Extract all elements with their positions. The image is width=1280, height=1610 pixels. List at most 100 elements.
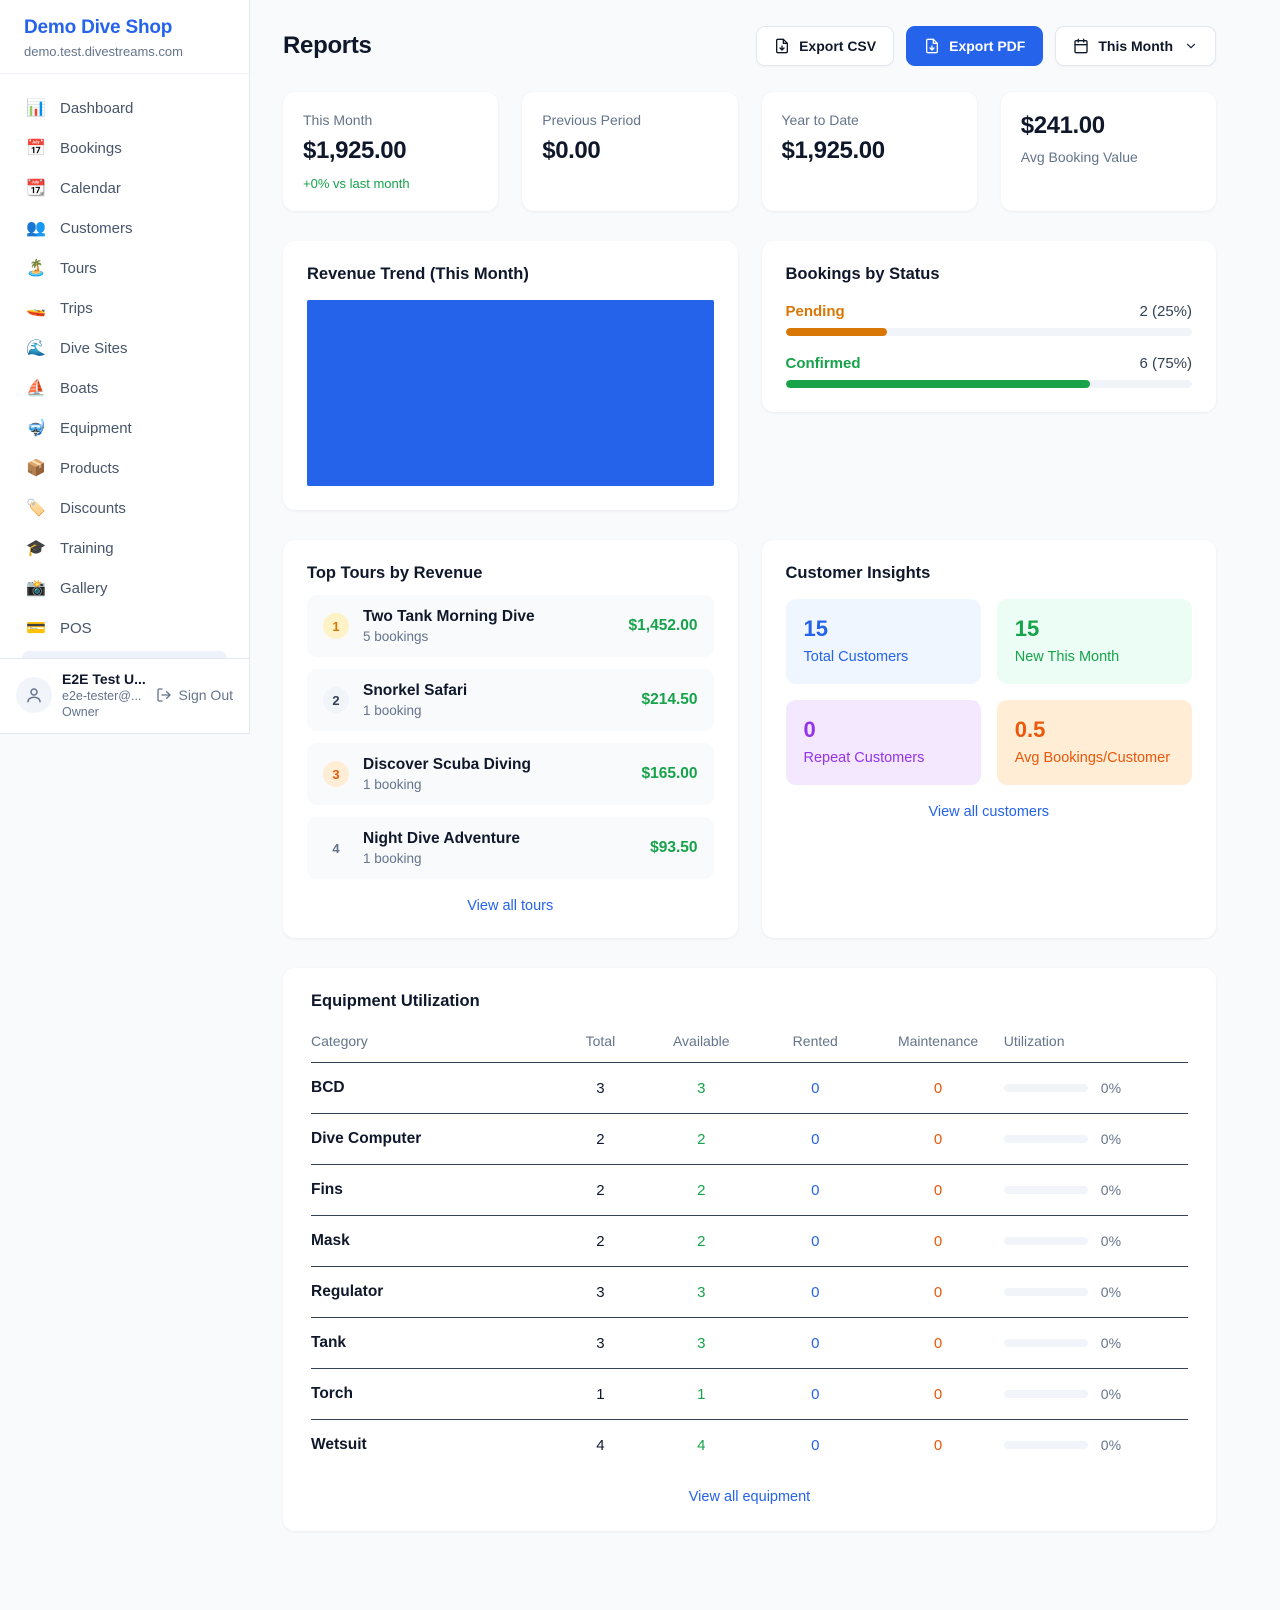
sidebar-item-dashboard[interactable]: 📊 Dashboard <box>12 88 237 128</box>
credit-card-icon: 💳 <box>26 618 46 638</box>
sidebar-item-calendar[interactable]: 📆 Calendar <box>12 168 237 208</box>
cell-maintenance: 0 <box>872 1114 1004 1165</box>
utilization-percent: 0% <box>1101 1131 1121 1147</box>
tour-name: Two Tank Morning Dive <box>363 608 535 626</box>
tour-name: Snorkel Safari <box>363 682 467 700</box>
view-all-tours-link[interactable]: View all tours <box>307 898 714 914</box>
sidebar-item-training[interactable]: 🎓 Training <box>12 528 237 568</box>
insight-value: 15 <box>804 616 963 642</box>
tour-row: 1 Two Tank Morning Dive 5 bookings $1,45… <box>307 595 714 657</box>
cell-total: 3 <box>557 1063 645 1114</box>
sidebar-item-products[interactable]: 📦 Products <box>12 448 237 488</box>
table-row: BCD 3 3 0 0 0% <box>311 1063 1188 1114</box>
export-pdf-button[interactable]: Export PDF <box>906 26 1043 66</box>
insight-label: Total Customers <box>804 649 963 665</box>
stat-card-avg-booking-value: $241.00 Avg Booking Value <box>1001 92 1216 211</box>
status-label: Pending <box>786 303 845 320</box>
period-dropdown[interactable]: This Month <box>1055 26 1216 66</box>
view-all-equipment-link[interactable]: View all equipment <box>311 1489 1188 1505</box>
tour-amount: $165.00 <box>641 765 697 783</box>
page-header: Reports Export CSV Export PDF This Month <box>283 26 1216 66</box>
insight-label: New This Month <box>1015 649 1174 665</box>
cell-category: Wetsuit <box>311 1420 557 1471</box>
stat-label: Year to Date <box>782 112 957 128</box>
speedboat-icon: 🚤 <box>26 298 46 318</box>
bookings-by-status-card: Bookings by Status Pending 2 (25%) Confi… <box>762 241 1217 412</box>
equipment-table: Category Total Available Rented Maintena… <box>311 1023 1188 1470</box>
sidebar-item-equipment[interactable]: 🤿 Equipment <box>12 408 237 448</box>
tour-bookings: 1 booking <box>363 777 531 792</box>
tour-bookings: 1 booking <box>363 703 467 718</box>
equipment-utilization-card: Equipment Utilization Category Total Ava… <box>283 968 1216 1531</box>
tour-amount: $93.50 <box>650 839 697 857</box>
sidebar-item-label: Equipment <box>60 420 132 437</box>
sidebar-item-trips[interactable]: 🚤 Trips <box>12 288 237 328</box>
status-label: Confirmed <box>786 355 861 372</box>
cell-available: 3 <box>644 1267 758 1318</box>
stat-card-this-month: This Month $1,925.00 +0% vs last month <box>283 92 498 211</box>
cell-maintenance: 0 <box>872 1216 1004 1267</box>
insight-label: Repeat Customers <box>804 750 963 766</box>
top-tours-title: Top Tours by Revenue <box>307 564 714 583</box>
status-bar-track <box>786 380 1193 388</box>
table-row: Wetsuit 4 4 0 0 0% <box>311 1420 1188 1471</box>
col-rented: Rented <box>758 1023 872 1063</box>
tour-row: 3 Discover Scuba Diving 1 booking $165.0… <box>307 743 714 805</box>
file-download-icon <box>774 38 790 54</box>
col-available: Available <box>644 1023 758 1063</box>
cell-rented: 0 <box>758 1318 872 1369</box>
cell-rented: 0 <box>758 1216 872 1267</box>
sidebar-item-boats[interactable]: ⛵ Boats <box>12 368 237 408</box>
logout-icon <box>156 687 172 703</box>
top-tours-card: Top Tours by Revenue 1 Two Tank Morning … <box>283 540 738 938</box>
cell-rented: 0 <box>758 1165 872 1216</box>
sailboat-icon: ⛵ <box>26 378 46 398</box>
sidebar-item-tours[interactable]: 🏝️ Tours <box>12 248 237 288</box>
col-total: Total <box>557 1023 645 1063</box>
stat-label: Avg Booking Value <box>1021 149 1196 165</box>
view-all-customers-link[interactable]: View all customers <box>786 804 1193 820</box>
utilization-percent: 0% <box>1101 1284 1121 1300</box>
sign-out-button[interactable]: Sign Out <box>156 687 233 703</box>
camera-icon: 📸 <box>26 578 46 598</box>
sidebar-item-customers[interactable]: 👥 Customers <box>12 208 237 248</box>
cell-available: 2 <box>644 1165 758 1216</box>
cell-rented: 0 <box>758 1114 872 1165</box>
wave-icon: 🌊 <box>26 338 46 358</box>
cell-category: Tank <box>311 1318 557 1369</box>
insight-value: 15 <box>1015 616 1174 642</box>
utilization-bar <box>1004 1441 1088 1449</box>
cell-category: Regulator <box>311 1267 557 1318</box>
bookings-by-status-title: Bookings by Status <box>786 265 1193 284</box>
cell-available: 4 <box>644 1420 758 1471</box>
sidebar-item-label: Boats <box>60 380 98 397</box>
status-row-confirmed: Confirmed 6 (75%) <box>786 355 1193 388</box>
tour-row: 4 Night Dive Adventure 1 booking $93.50 <box>307 817 714 879</box>
user-meta: E2E Test U... e2e-tester@... Owner <box>62 671 146 719</box>
sidebar-item-bookings[interactable]: 📅 Bookings <box>12 128 237 168</box>
island-icon: 🏝️ <box>26 258 46 278</box>
table-row: Torch 1 1 0 0 0% <box>311 1369 1188 1420</box>
sidebar-item-dive-sites[interactable]: 🌊 Dive Sites <box>12 328 237 368</box>
col-maintenance: Maintenance <box>872 1023 1004 1063</box>
status-bar-fill <box>786 380 1091 388</box>
sidebar-item-discounts[interactable]: 🏷️ Discounts <box>12 488 237 528</box>
insight-tile-new-this-month: 15 New This Month <box>997 599 1192 684</box>
sidebar-item-pos[interactable]: 💳 POS <box>12 608 237 648</box>
sidebar-item-gallery[interactable]: 📸 Gallery <box>12 568 237 608</box>
stat-label: This Month <box>303 112 478 128</box>
export-csv-button[interactable]: Export CSV <box>756 26 894 66</box>
cell-rented: 0 <box>758 1420 872 1471</box>
sidebar-item-label: Tours <box>60 260 97 277</box>
stat-card-previous-period: Previous Period $0.00 <box>522 92 737 211</box>
status-row-pending: Pending 2 (25%) <box>786 303 1193 336</box>
sidebar: Demo Dive Shop demo.test.divestreams.com… <box>0 0 250 734</box>
calendar-icon <box>1073 38 1089 54</box>
revenue-trend-title: Revenue Trend (This Month) <box>307 265 714 284</box>
shop-name: Demo Dive Shop <box>24 17 225 39</box>
cell-total: 3 <box>557 1318 645 1369</box>
sidebar-item-reports-partial[interactable] <box>22 651 227 658</box>
table-row: Mask 2 2 0 0 0% <box>311 1216 1188 1267</box>
cell-available: 2 <box>644 1216 758 1267</box>
stat-value: $241.00 <box>1021 112 1196 140</box>
